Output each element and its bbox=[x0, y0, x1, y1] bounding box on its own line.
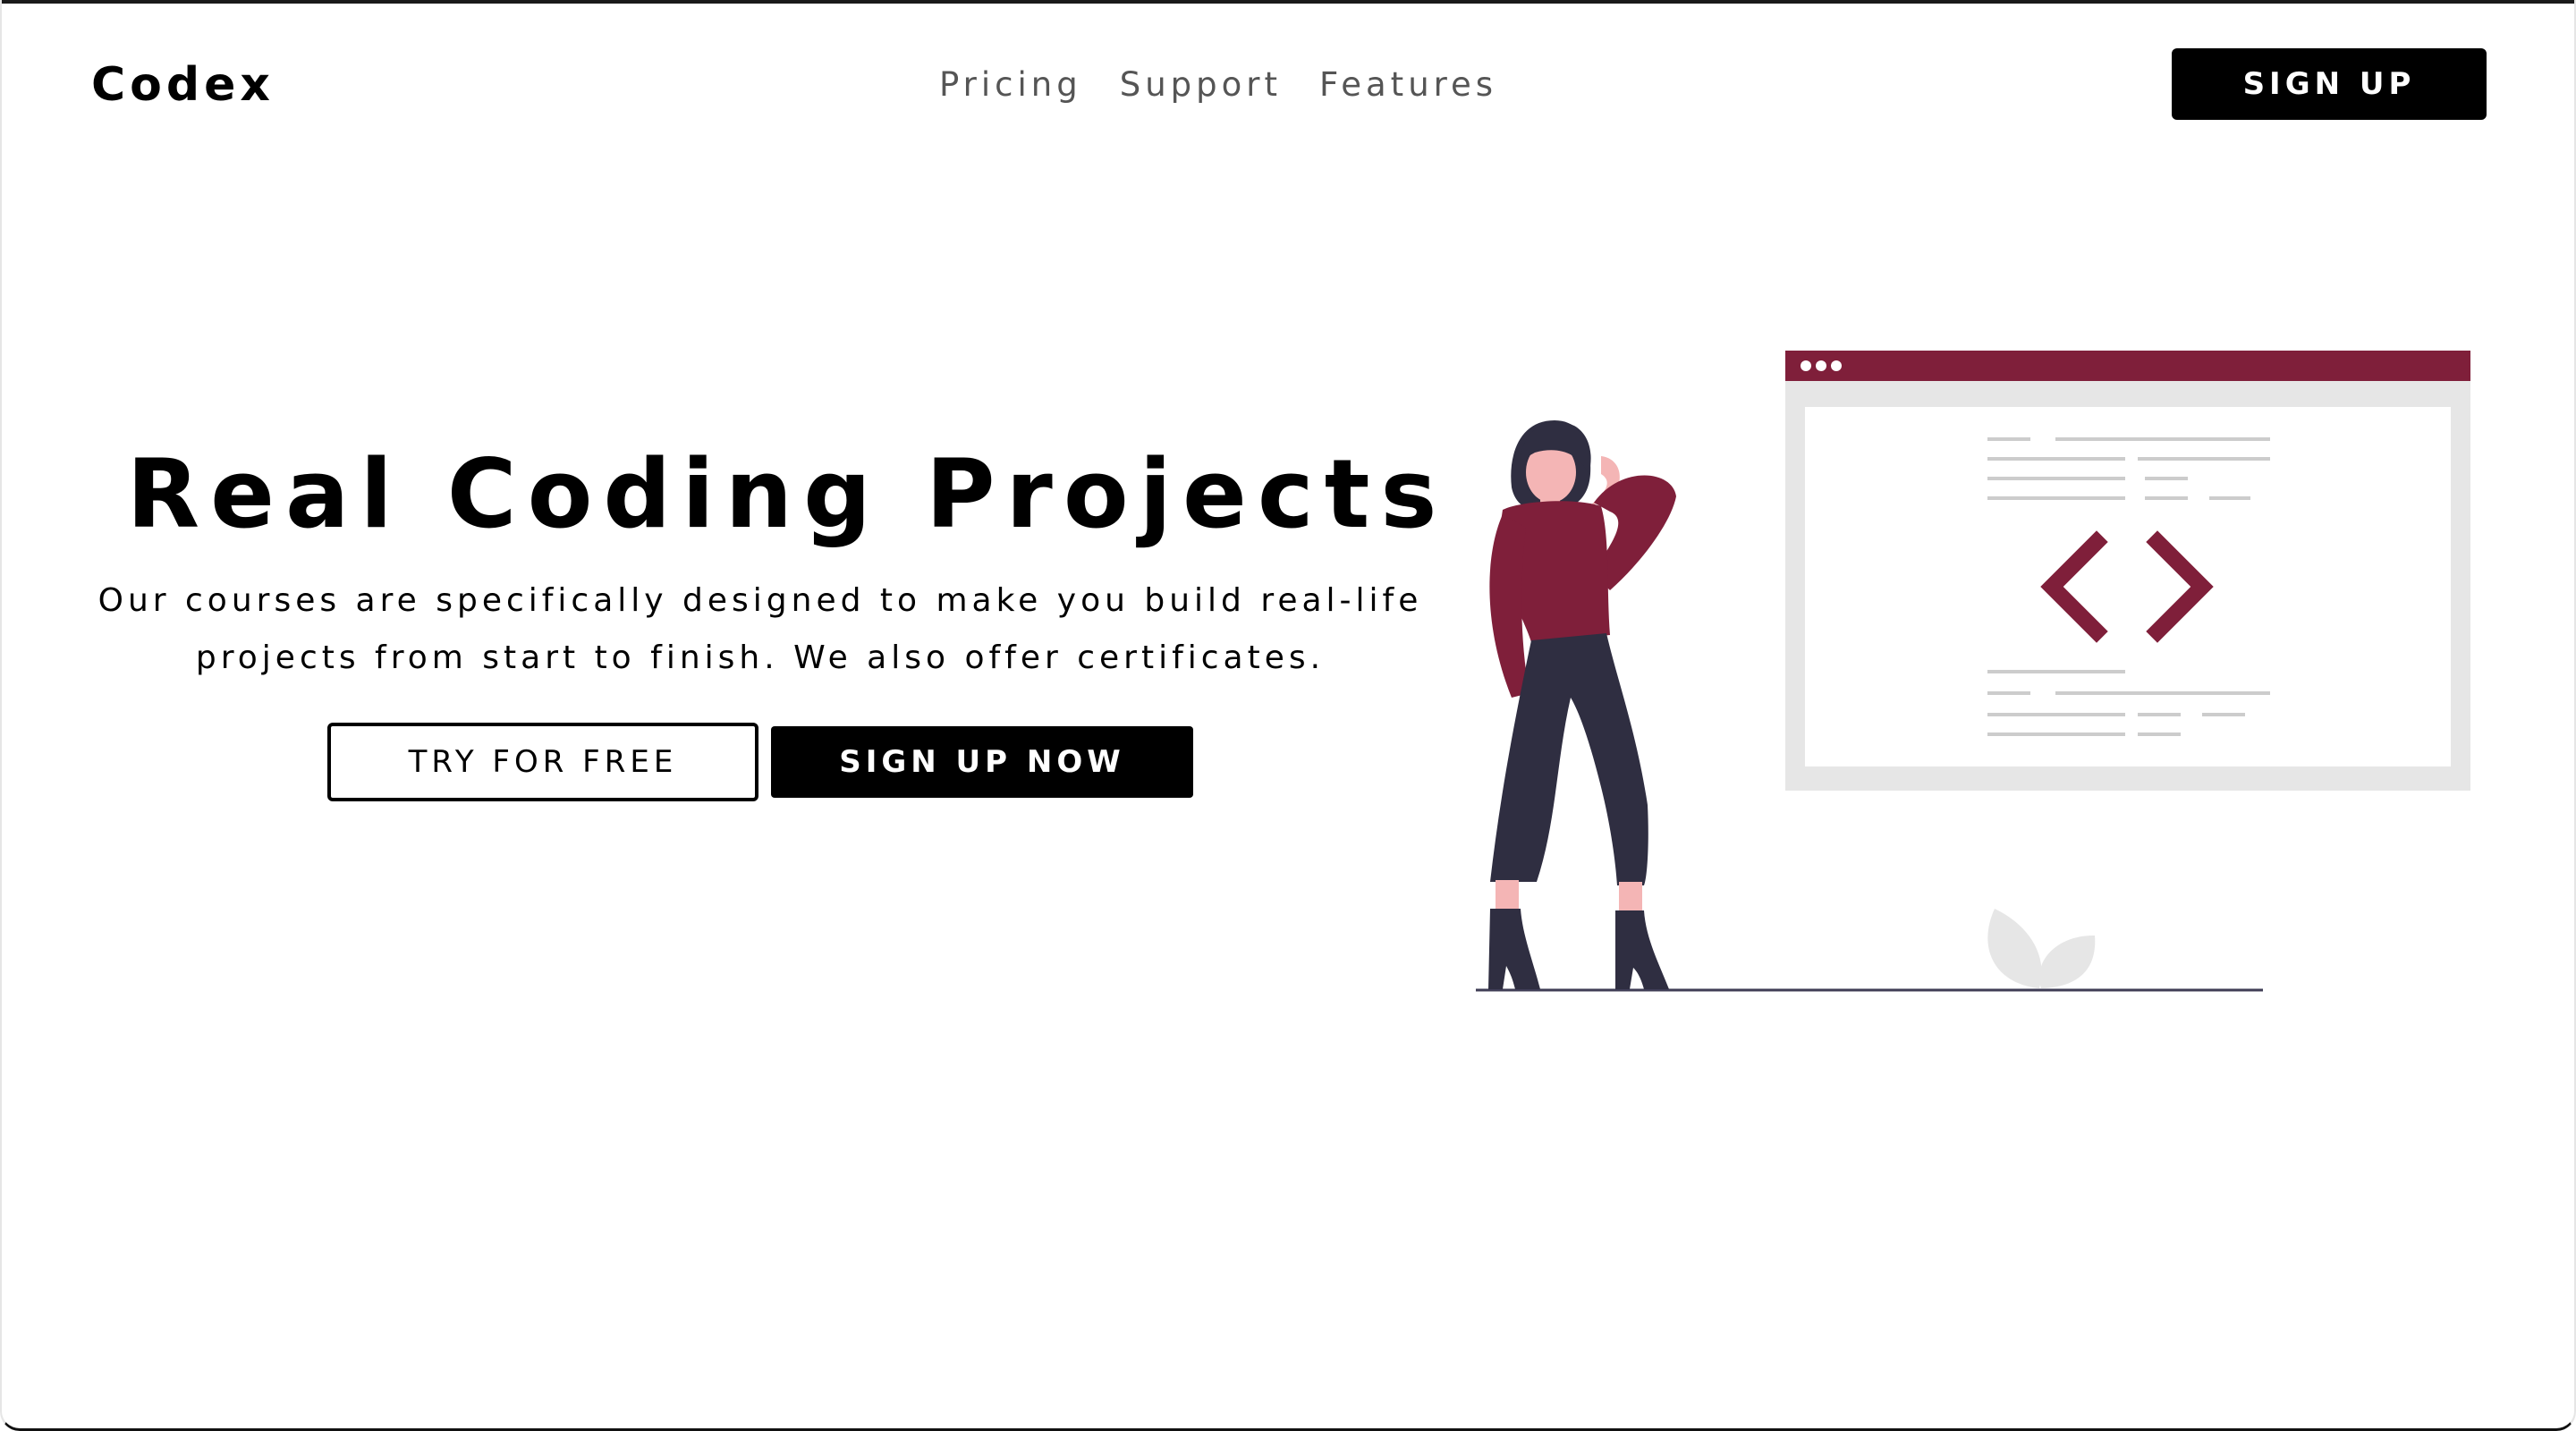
main-nav: Pricing Support Features bbox=[939, 63, 1497, 107]
window-top-border bbox=[0, 0, 2576, 4]
nav-support[interactable]: Support bbox=[1120, 63, 1282, 107]
window-dot-icon bbox=[1831, 360, 1842, 371]
window-dot-icon bbox=[1801, 360, 1811, 371]
hero-title: Real Coding Projects bbox=[126, 439, 1448, 549]
hero-illustration bbox=[1476, 351, 2470, 992]
plant-leaf-icon bbox=[1987, 909, 2096, 988]
placeholder-text-lines-bottom bbox=[1987, 670, 2270, 736]
browser-content-area bbox=[1805, 407, 2451, 766]
placeholder-text-lines-top bbox=[1987, 437, 2270, 500]
try-for-free-button[interactable]: TRY FOR FREE bbox=[327, 723, 758, 801]
logo[interactable]: Codex bbox=[91, 55, 275, 114]
signup-button[interactable]: SIGN UP bbox=[2172, 48, 2487, 120]
hero-description: Our courses are specifically designed to… bbox=[54, 572, 1467, 687]
code-brackets-icon bbox=[2040, 530, 2214, 643]
nav-features[interactable]: Features bbox=[1319, 63, 1497, 107]
nav-pricing[interactable]: Pricing bbox=[939, 63, 1082, 107]
browser-title-bar bbox=[1785, 351, 2470, 381]
window-frame bbox=[0, 0, 2576, 1431]
sign-up-now-button[interactable]: SIGN UP NOW bbox=[771, 726, 1193, 798]
hero-description-line-1: Our courses are specifically designed to… bbox=[97, 582, 1423, 619]
browser-window-graphic bbox=[1785, 351, 2470, 791]
hero-description-line-2: projects from start to finish. We also o… bbox=[195, 639, 1326, 676]
window-dot-icon bbox=[1816, 360, 1826, 371]
